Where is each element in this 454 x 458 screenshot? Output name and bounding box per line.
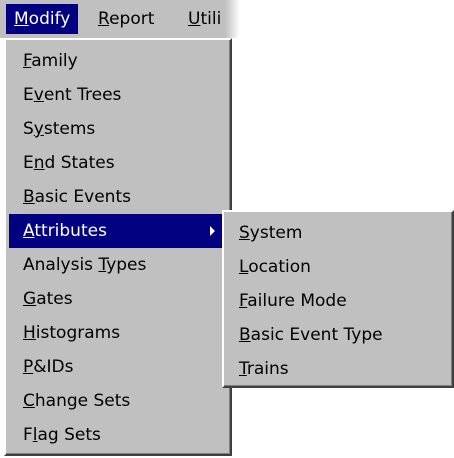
submenu-item-basic-event-type[interactable]: Basic Event Type [227, 318, 449, 352]
menu-report-key: R [98, 9, 110, 29]
modify-menu: Family Event Trees Systems End States Ba… [4, 38, 232, 456]
menu-item-label: ates [36, 289, 73, 309]
menu-item-flag-sets[interactable]: Flag Sets [9, 418, 227, 452]
menu-item-key: G [23, 289, 37, 309]
menu-item-label: stems [43, 119, 96, 139]
submenu-item-key: L [239, 257, 249, 277]
submenu-item-label: ailure Mode [247, 291, 347, 311]
menu-item-analysis-types[interactable]: Analysis Types [9, 248, 227, 282]
menu-item-key: B [23, 187, 35, 207]
submenu-item-key: F [239, 291, 248, 311]
menu-report[interactable]: Report [90, 4, 162, 34]
menu-item-key: y [33, 119, 44, 139]
menu-item-label: d States [44, 153, 115, 173]
menu-item-pre: E [23, 85, 34, 105]
menu-item-pre: F [23, 425, 33, 445]
menu-utilities-key: U [188, 9, 201, 29]
submenu-item-label: asic Event Type [250, 325, 383, 345]
menu-item-change-sets[interactable]: Change Sets [9, 384, 227, 418]
menu-item-label: &IDs [33, 357, 74, 377]
menu-item-label: hange Sets [34, 391, 131, 411]
menu-item-gates[interactable]: Gates [9, 282, 227, 316]
menu-bar: Modify Report Utili [0, 0, 240, 38]
menu-item-key: v [33, 85, 44, 105]
menu-item-pids[interactable]: P&IDs [9, 350, 227, 384]
submenu-item-label: rains [246, 359, 289, 379]
submenu-item-label: ocation [248, 257, 311, 277]
menu-item-basic-events[interactable]: Basic Events [9, 180, 227, 214]
menu-modify[interactable]: Modify [6, 4, 79, 34]
submenu-item-failure-mode[interactable]: Failure Mode [227, 284, 449, 318]
attributes-submenu: System Location Failure Mode Basic Event… [222, 210, 454, 388]
menu-item-key: C [23, 391, 35, 411]
menu-item-label: amily [31, 51, 78, 71]
menu-item-pre: S [23, 119, 34, 139]
menu-modify-label: odify [28, 9, 71, 29]
submenu-item-label: ystem [249, 223, 303, 243]
menu-item-end-states[interactable]: End States [9, 146, 227, 180]
submenu-item-key: T [239, 359, 247, 379]
menu-item-label: istograms [35, 323, 121, 343]
menu-item-key: n [33, 153, 45, 173]
menu-item-pre: Analysis [23, 255, 99, 275]
menu-utilities-label: tili [200, 9, 222, 29]
submenu-item-system[interactable]: System [227, 216, 449, 250]
menu-item-key: P [23, 357, 34, 377]
menu-utilities[interactable]: Utili [180, 4, 229, 34]
submenu-item-location[interactable]: Location [227, 250, 449, 284]
submenu-arrow-icon [210, 226, 215, 236]
menu-report-label: eport [109, 9, 155, 29]
menu-item-label: ent Trees [43, 85, 122, 105]
menu-item-key: A [23, 221, 35, 241]
menu-item-label: ttributes [34, 221, 107, 241]
submenu-item-key: B [239, 325, 251, 345]
menu-item-systems[interactable]: Systems [9, 112, 227, 146]
menu-item-label: ag Sets [37, 425, 101, 445]
menu-item-key: F [23, 51, 32, 71]
menu-item-key: H [23, 323, 36, 343]
menu-item-pre: E [23, 153, 34, 173]
submenu-item-trains[interactable]: Trains [227, 352, 449, 386]
submenu-item-key: S [239, 223, 250, 243]
menu-item-event-trees[interactable]: Event Trees [9, 78, 227, 112]
menu-item-attributes[interactable]: Attributes [9, 214, 227, 248]
menu-item-label: ypes [106, 255, 147, 275]
menu-bar-cutoff [225, 0, 240, 38]
menu-modify-key: M [14, 9, 29, 29]
menu-item-label: asic Events [34, 187, 131, 207]
menu-item-histograms[interactable]: Histograms [9, 316, 227, 350]
menu-item-family[interactable]: Family [9, 44, 227, 78]
